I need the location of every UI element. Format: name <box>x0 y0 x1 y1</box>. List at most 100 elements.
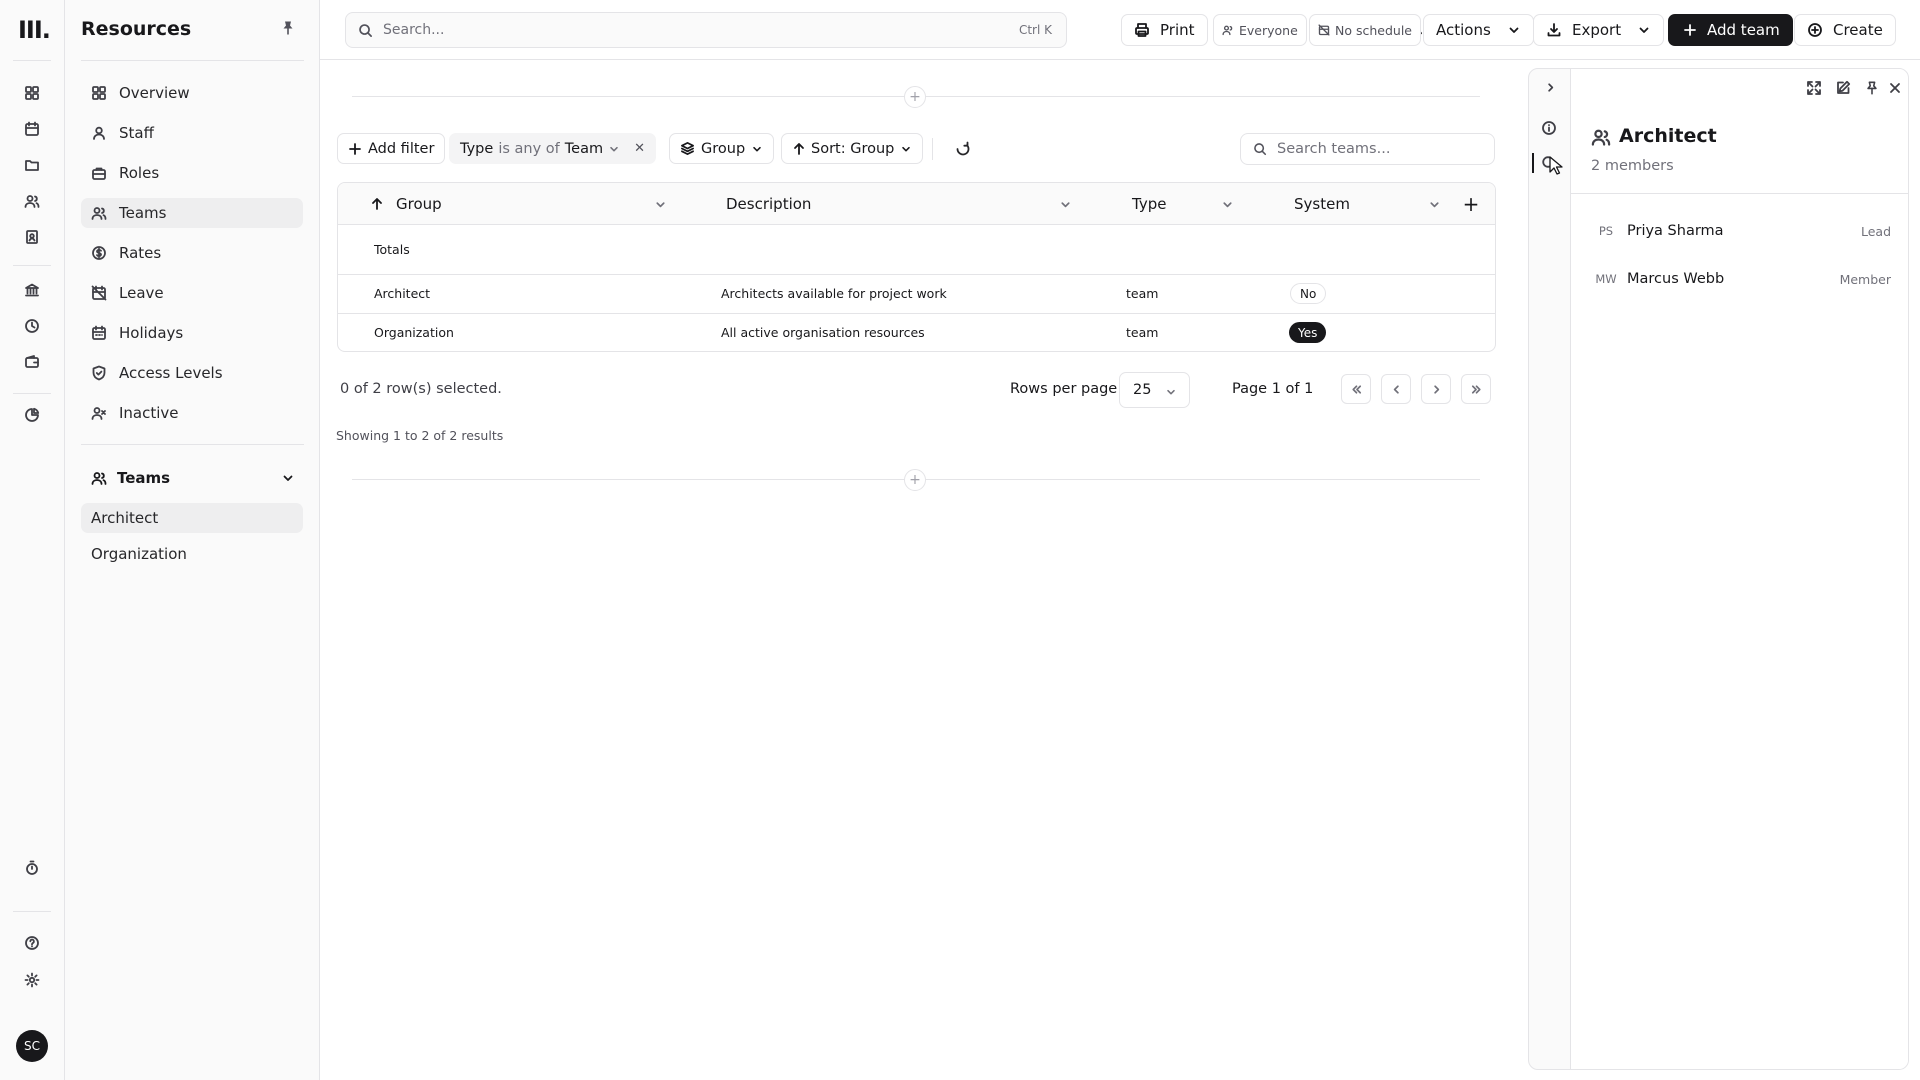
chevron-down-icon <box>1167 389 1175 395</box>
pie-chart-icon[interactable] <box>20 403 44 427</box>
pin-icon[interactable] <box>1865 81 1879 95</box>
add-team-button[interactable]: Add team <box>1668 14 1793 46</box>
column-label: Group <box>396 195 442 213</box>
chevrons-right-icon <box>1471 384 1481 394</box>
create-label: Create <box>1833 21 1883 39</box>
table-row[interactable]: Architect Architects available for proje… <box>338 275 1495 314</box>
chevron-down-icon[interactable] <box>1428 198 1441 211</box>
sidebar-item-rates[interactable]: Rates <box>81 238 303 268</box>
cell-group[interactable]: Organization <box>374 325 454 340</box>
panel-content: Architect 2 members PS Priya Sharma Lead… <box>1571 69 1908 1069</box>
user-avatar[interactable]: SC <box>16 1030 48 1062</box>
sidebar-item-staff[interactable]: Staff <box>81 118 303 148</box>
export-label: Export <box>1572 21 1622 39</box>
chevron-down-icon[interactable] <box>654 198 667 211</box>
app-logo[interactable]: III. <box>18 16 51 44</box>
team-item-organization[interactable]: Organization <box>81 539 303 569</box>
everyone-filter-button[interactable]: Everyone <box>1213 14 1307 46</box>
add-section-above-button[interactable]: + <box>904 86 926 108</box>
cell-type: team <box>1126 325 1159 340</box>
sidebar-item-inactive[interactable]: Inactive <box>81 398 303 428</box>
add-filter-button[interactable]: Add filter <box>337 133 446 164</box>
sidebar-item-access-levels[interactable]: Access Levels <box>81 358 303 388</box>
rows-per-page-value: 25 <box>1133 382 1152 398</box>
team-item-architect[interactable]: Architect <box>81 503 303 533</box>
team-search-input[interactable]: Search teams... <box>1240 133 1495 165</box>
edit-icon[interactable] <box>1835 80 1851 96</box>
search-icon <box>359 23 372 37</box>
first-page-button[interactable] <box>1341 374 1371 404</box>
contact-book-icon[interactable] <box>20 225 44 249</box>
column-header-type[interactable]: Type <box>1132 183 1166 225</box>
bank-icon[interactable] <box>20 278 44 302</box>
create-button[interactable]: Create <box>1794 14 1896 46</box>
chevron-left-icon <box>1393 384 1399 394</box>
cell-group[interactable]: Architect <box>374 286 430 301</box>
info-icon[interactable] <box>1541 120 1557 136</box>
timer-icon[interactable] <box>20 856 44 880</box>
column-header-description[interactable]: Description <box>726 183 811 225</box>
user-x-icon <box>91 407 106 420</box>
settings-gear-icon[interactable] <box>20 968 44 992</box>
sidebar-item-overview[interactable]: Overview <box>81 78 303 108</box>
remove-filter-icon[interactable]: ✕ <box>634 141 645 156</box>
type-filter-chip[interactable]: Type is any of Team ✕ <box>449 133 656 164</box>
search-shortcut: Ctrl K <box>1018 23 1052 37</box>
pin-icon[interactable] <box>281 20 295 36</box>
chevron-down-icon <box>610 146 618 151</box>
add-filter-label: Add filter <box>368 140 435 157</box>
global-search-input[interactable]: Search... Ctrl K <box>345 12 1067 48</box>
sidebar-item-label: Leave <box>119 284 164 302</box>
sidebar-divider <box>81 444 304 445</box>
sidebar-item-holidays[interactable]: Holidays <box>81 318 303 348</box>
selection-info: 0 of 2 row(s) selected. <box>340 381 502 397</box>
reset-refresh-icon[interactable] <box>955 141 971 157</box>
team-search-placeholder: Search teams... <box>1277 141 1391 157</box>
help-icon[interactable] <box>20 931 44 955</box>
sidebar-item-roles[interactable]: Roles <box>81 158 303 188</box>
sort-button[interactable]: Sort: Group <box>781 133 924 164</box>
sidebar-item-teams[interactable]: Teams <box>81 198 303 228</box>
clock-icon[interactable] <box>20 314 44 338</box>
next-page-button[interactable] <box>1421 374 1451 404</box>
add-column-button[interactable]: + <box>1455 188 1487 220</box>
column-header-group[interactable]: Group <box>370 183 442 225</box>
system-badge: Yes <box>1289 322 1327 343</box>
rows-per-page-label: Rows per page <box>1010 381 1118 397</box>
expand-icon[interactable] <box>1806 80 1822 96</box>
users-icon[interactable] <box>20 189 44 213</box>
member-row[interactable]: MW Marcus Webb Member <box>1591 264 1891 294</box>
column-header-system[interactable]: System <box>1294 183 1350 225</box>
grid-icon <box>92 86 106 100</box>
chevron-down-icon[interactable] <box>1059 198 1072 211</box>
chevron-down-icon <box>1639 27 1649 33</box>
calendar-icon <box>92 325 106 340</box>
schedule-filter-button[interactable]: No schedule <box>1309 14 1421 46</box>
add-team-label: Add team <box>1707 21 1780 39</box>
print-button[interactable]: Print <box>1121 14 1208 46</box>
table-row[interactable]: Organization All active organisation res… <box>338 314 1495 351</box>
previous-page-button[interactable] <box>1381 374 1411 404</box>
rows-per-page-select[interactable]: 25 <box>1119 372 1190 408</box>
add-section-below-button[interactable]: + <box>904 469 926 491</box>
calendar-icon[interactable] <box>20 117 44 141</box>
page-info: Page 1 of 1 <box>1232 381 1314 397</box>
actions-dropdown[interactable]: Actions <box>1423 14 1534 46</box>
chevron-down-icon[interactable] <box>1221 198 1234 211</box>
folder-icon[interactable] <box>20 153 44 177</box>
cell-description: Architects available for project work <box>721 286 947 301</box>
group-button[interactable]: Group <box>669 133 775 164</box>
layers-icon <box>681 142 694 155</box>
dashboard-icon[interactable] <box>20 81 44 105</box>
calendar-off-icon <box>1318 24 1330 36</box>
last-page-button[interactable] <box>1461 374 1491 404</box>
collapse-panel-chevron-icon[interactable] <box>1544 81 1557 94</box>
filter-field: Type <box>460 140 494 157</box>
close-icon[interactable] <box>1889 82 1901 94</box>
export-dropdown[interactable]: Export <box>1533 14 1665 46</box>
sidebar-item-leave[interactable]: Leave <box>81 278 303 308</box>
wallet-icon[interactable] <box>20 350 44 374</box>
teams-section-header[interactable]: Teams <box>81 463 303 493</box>
resources-sidebar: Resources Overview Staff Roles Teams Rat… <box>65 0 320 1080</box>
member-row[interactable]: PS Priya Sharma Lead <box>1591 216 1891 246</box>
